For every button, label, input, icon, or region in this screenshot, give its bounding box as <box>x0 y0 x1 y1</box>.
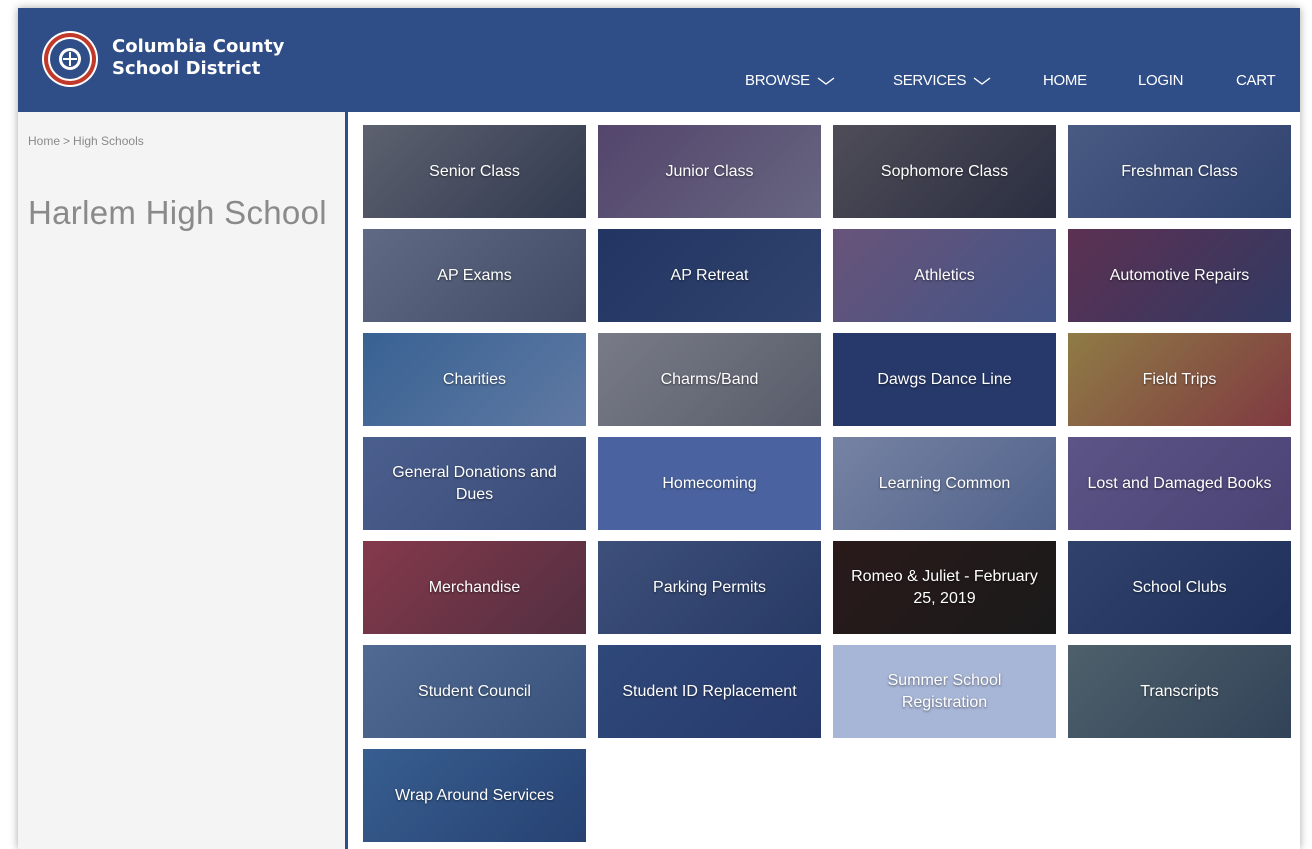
tile-student-id-replacement[interactable]: Student ID Replacement <box>598 645 821 738</box>
tile-label: AP Retreat <box>670 266 749 284</box>
brand-name[interactable]: Columbia County School District <box>112 36 284 80</box>
tile-senior-class[interactable]: Senior Class <box>363 125 586 218</box>
tile-label: AP Exams <box>437 266 512 284</box>
breadcrumb-separator: > <box>63 134 71 148</box>
tile-label: Dawgs Dance Line <box>877 370 1012 388</box>
tile-junior-class[interactable]: Junior Class <box>598 125 821 218</box>
nav-home[interactable]: HOME <box>1043 72 1087 89</box>
tile-label: General Donations and Dues <box>392 463 557 503</box>
tile-label: Automotive Repairs <box>1109 266 1250 284</box>
tile-ap-exams[interactable]: AP Exams <box>363 229 586 322</box>
tile-freshman-class[interactable]: Freshman Class <box>1068 125 1291 218</box>
site-header: Columbia County School District BROWSE S… <box>18 8 1300 112</box>
breadcrumb-current[interactable]: High Schools <box>73 134 144 148</box>
tile-label: Lost and Damaged Books <box>1087 474 1272 492</box>
tile-label: Student Council <box>418 682 531 700</box>
tile-merchandise[interactable]: Merchandise <box>363 541 586 634</box>
brand-line-2: School District <box>112 58 261 79</box>
tile-label: Homecoming <box>662 474 757 492</box>
district-seal-logo[interactable] <box>41 30 99 88</box>
tile-transcripts[interactable]: Transcripts <box>1068 645 1291 738</box>
sidebar: Home > High Schools Harlem High School <box>18 112 348 849</box>
tile-label: Senior Class <box>429 162 520 180</box>
tile-charms-band[interactable]: Charms/Band <box>598 333 821 426</box>
tile-label: Freshman Class <box>1121 162 1238 180</box>
tile-summer-school-registration[interactable]: Summer School Registration <box>833 645 1056 738</box>
breadcrumb-home-link[interactable]: Home <box>28 134 60 148</box>
tile-parking-permits[interactable]: Parking Permits <box>598 541 821 634</box>
tile-general-donations-and-dues[interactable]: General Donations and Dues <box>363 437 586 530</box>
page-title: Harlem High School <box>28 194 327 231</box>
nav-login[interactable]: LOGIN <box>1138 72 1183 89</box>
tile-dawgs-dance-line[interactable]: Dawgs Dance Line <box>833 333 1056 426</box>
tile-label: Charities <box>442 370 507 388</box>
tile-romeo-juliet-february-25-2019[interactable]: Romeo & Juliet - February 25, 2019 <box>833 541 1056 634</box>
tile-school-clubs[interactable]: School Clubs <box>1068 541 1291 634</box>
tile-label: Summer School Registration <box>887 671 1002 711</box>
category-grid: Senior Class Junior Class Sophomore Class F… <box>363 125 1291 842</box>
tile-label: Sophomore Class <box>880 162 1009 180</box>
tile-ap-retreat[interactable]: AP Retreat <box>598 229 821 322</box>
tile-sophomore-class[interactable]: Sophomore Class <box>833 125 1056 218</box>
tile-label: School Clubs <box>1132 578 1227 596</box>
tile-label: Transcripts <box>1140 682 1219 700</box>
tile-label: Wrap Around Services <box>395 786 554 804</box>
tile-charities[interactable]: Charities <box>363 333 586 426</box>
tile-learning-common[interactable]: Learning Common <box>833 437 1056 530</box>
tile-label: Student ID Replacement <box>622 682 797 700</box>
breadcrumb: Home > High Schools <box>28 134 144 148</box>
nav-services[interactable]: SERVICES <box>893 72 992 89</box>
tile-wrap-around-services[interactable]: Wrap Around Services <box>363 749 586 842</box>
tile-student-council[interactable]: Student Council <box>363 645 586 738</box>
brand-line-1: Columbia County <box>112 36 285 57</box>
tile-label: Athletics <box>914 266 975 284</box>
tile-label: Field Trips <box>1142 370 1217 388</box>
nav-browse-label: BROWSE <box>745 72 810 89</box>
chevron-down-icon <box>817 76 835 85</box>
tile-athletics[interactable]: Athletics <box>833 229 1056 322</box>
tile-lost-and-damaged-books[interactable]: Lost and Damaged Books <box>1068 437 1291 530</box>
tile-homecoming[interactable]: Homecoming <box>598 437 821 530</box>
page-frame: Columbia County School District BROWSE S… <box>18 8 1300 849</box>
tile-field-trips[interactable]: Field Trips <box>1068 333 1291 426</box>
tile-label: Charms/Band <box>660 370 759 388</box>
tile-label: Junior Class <box>665 162 754 180</box>
nav-browse[interactable]: BROWSE <box>745 72 836 89</box>
nav-cart[interactable]: CART <box>1236 72 1276 89</box>
tile-label: Parking Permits <box>653 578 766 596</box>
tile-automotive-repairs[interactable]: Automotive Repairs <box>1068 229 1291 322</box>
nav-services-label: SERVICES <box>893 72 967 89</box>
tile-label: Learning Common <box>878 474 1011 492</box>
chevron-down-icon <box>973 76 991 85</box>
tile-label: Merchandise <box>428 578 521 596</box>
tile-label: Romeo & Juliet - February 25, 2019 <box>851 567 1038 607</box>
